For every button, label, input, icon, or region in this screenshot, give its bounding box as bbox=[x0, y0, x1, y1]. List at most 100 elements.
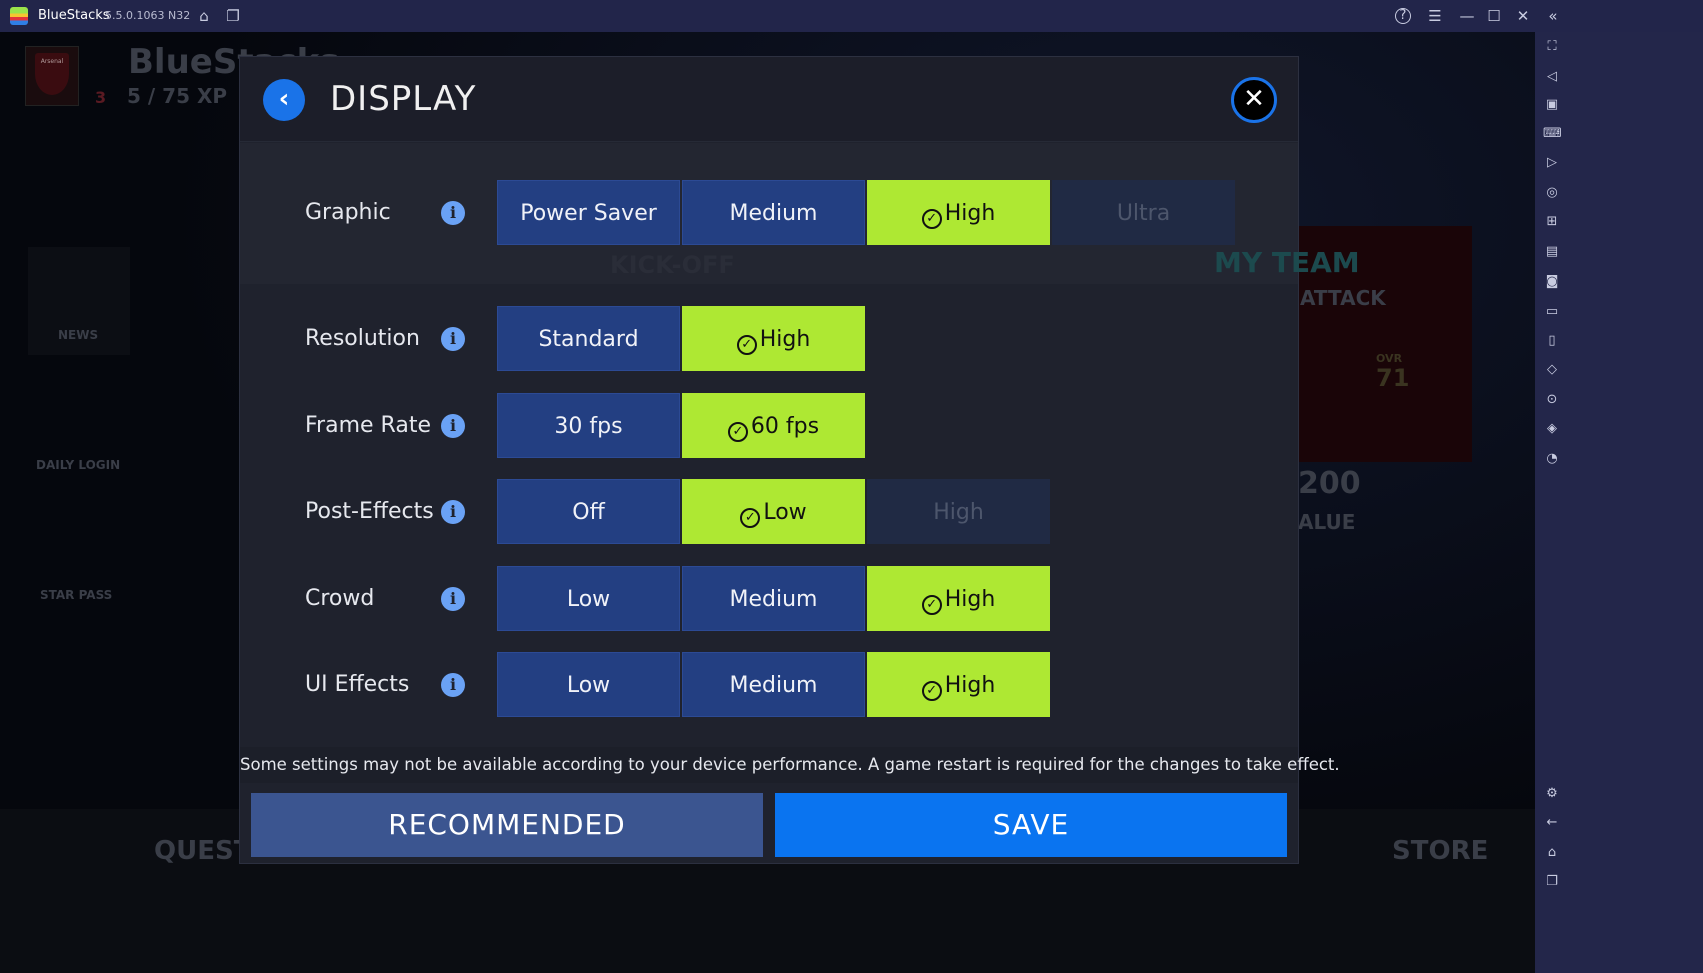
option-label: High bbox=[933, 500, 984, 525]
rotate-icon[interactable]: ▯ bbox=[1543, 332, 1561, 350]
check-circle-icon: ✓ bbox=[740, 508, 761, 528]
screenshot-icon[interactable]: ◙ bbox=[1543, 273, 1561, 291]
app-version: 5.5.0.1063 N32 bbox=[105, 9, 191, 22]
club-badge: Arsenal bbox=[25, 46, 79, 106]
info-icon[interactable]: i bbox=[441, 201, 465, 225]
close-icon[interactable]: ✕ bbox=[1513, 6, 1533, 26]
check-circle-icon: ✓ bbox=[921, 595, 942, 615]
layers-icon[interactable]: ◈ bbox=[1543, 420, 1561, 438]
close-button[interactable]: ✕ bbox=[1231, 77, 1277, 123]
option-low[interactable]: Low bbox=[497, 566, 680, 631]
setting-label: Frame Rate bbox=[305, 413, 431, 438]
option-label: Medium bbox=[729, 201, 818, 226]
option-standard[interactable]: Standard bbox=[497, 306, 680, 371]
folder-icon[interactable]: ▭ bbox=[1543, 303, 1561, 321]
option-medium[interactable]: Medium bbox=[682, 566, 865, 631]
option-label: Medium bbox=[729, 673, 818, 698]
check-circle-icon: ✓ bbox=[921, 681, 942, 701]
macro-icon[interactable]: ▷ bbox=[1543, 154, 1561, 172]
multi-instance-icon[interactable]: ❐ bbox=[223, 6, 243, 26]
option-label: Low bbox=[566, 587, 611, 612]
collapse-sidebar-icon[interactable]: « bbox=[1543, 6, 1563, 26]
info-icon[interactable]: i bbox=[441, 587, 465, 611]
dialog-header: ‹ DISPLAY ✕ bbox=[240, 57, 1298, 142]
option-60-fps[interactable]: ✓ 60 fps bbox=[682, 393, 865, 458]
store-label: STORE bbox=[1392, 836, 1489, 866]
option-high[interactable]: ✓ High bbox=[682, 306, 865, 371]
option-label: Off bbox=[572, 500, 605, 525]
save-button[interactable]: SAVE bbox=[775, 793, 1287, 857]
option-power-saver[interactable]: Power Saver bbox=[497, 180, 680, 245]
option-medium[interactable]: Medium bbox=[682, 652, 865, 717]
setting-label: Resolution bbox=[305, 326, 420, 351]
option-label: Standard bbox=[538, 327, 639, 352]
ovr-value: 71 bbox=[1376, 364, 1410, 392]
attack-label: ATTACK bbox=[1300, 286, 1386, 310]
sync-icon[interactable]: ◎ bbox=[1543, 184, 1561, 202]
info-icon[interactable]: i bbox=[441, 414, 465, 438]
check-circle-icon: ✓ bbox=[736, 335, 757, 355]
location-icon[interactable]: ⊙ bbox=[1543, 391, 1561, 409]
my-team-label: MY TEAM bbox=[1214, 246, 1360, 279]
shake-icon[interactable]: ◇ bbox=[1543, 361, 1561, 379]
back-button[interactable]: ‹ bbox=[263, 79, 305, 121]
gamepad-icon[interactable]: ⊞ bbox=[1543, 213, 1561, 231]
club-crest: Arsenal bbox=[35, 53, 69, 95]
setting-row-resolution: Resolution i Standard ✓ High bbox=[240, 306, 1298, 371]
app-name: BlueStacks bbox=[38, 8, 110, 23]
option-high[interactable]: ✓ High bbox=[867, 652, 1050, 717]
check-circle-icon: ✓ bbox=[727, 422, 748, 442]
option-high[interactable]: ✓ High bbox=[867, 566, 1050, 631]
recommended-button[interactable]: RECOMMENDED bbox=[251, 793, 763, 857]
fullscreen-icon[interactable]: ⛶ bbox=[1543, 38, 1561, 56]
apk-icon[interactable]: ▤ bbox=[1543, 243, 1561, 261]
option-label: 60 fps bbox=[750, 414, 820, 439]
close-icon: ✕ bbox=[1243, 84, 1265, 114]
chevron-left-icon: ‹ bbox=[278, 84, 290, 114]
option-ultra: Ultra bbox=[1052, 180, 1235, 245]
option-label: Medium bbox=[729, 587, 818, 612]
settings-icon[interactable]: ⚙ bbox=[1543, 785, 1561, 803]
option-30-fps[interactable]: 30 fps bbox=[497, 393, 680, 458]
check-circle-icon: ✓ bbox=[921, 209, 942, 229]
performance-icon[interactable]: ◔ bbox=[1543, 450, 1561, 468]
setting-row-crowd: Crowd i Low Medium ✓ High bbox=[240, 566, 1298, 631]
maximize-icon[interactable]: ☐ bbox=[1484, 6, 1504, 26]
xp: 5 / 75 XP bbox=[127, 84, 228, 108]
volume-icon[interactable]: ◁ bbox=[1543, 68, 1561, 86]
option-off[interactable]: Off bbox=[497, 479, 680, 544]
info-icon[interactable]: i bbox=[441, 500, 465, 524]
club-name: Arsenal bbox=[40, 58, 64, 65]
level: 3 bbox=[95, 88, 107, 107]
home-icon[interactable]: ⌂ bbox=[1543, 844, 1561, 862]
setting-row-post-effects: Post-Effects i Off ✓ Low High bbox=[240, 479, 1298, 544]
kickoff-label: KICK-OFF bbox=[610, 251, 735, 279]
info-icon[interactable]: i bbox=[441, 673, 465, 697]
keyboard-icon[interactable]: ⌨ bbox=[1543, 125, 1562, 143]
setting-label: Post-Effects bbox=[305, 499, 434, 524]
help-icon[interactable]: ? bbox=[1395, 8, 1411, 24]
option-label: 30 fps bbox=[554, 414, 623, 439]
pointer-icon[interactable]: ▣ bbox=[1543, 96, 1561, 114]
coins-value: 200 bbox=[1298, 466, 1361, 501]
display-settings-dialog: ‹ DISPLAY ✕ KICK-OFF Graphic i Power Saver… bbox=[240, 57, 1340, 863]
back-icon[interactable]: ← bbox=[1543, 814, 1561, 832]
minimize-icon[interactable]: — bbox=[1457, 6, 1477, 26]
option-label: Power Saver bbox=[520, 201, 657, 226]
option-high[interactable]: ✓ High bbox=[867, 180, 1050, 245]
value-label: ALUE bbox=[1298, 510, 1356, 534]
option-label: Ultra bbox=[1116, 201, 1171, 226]
menu-icon[interactable]: ☰ bbox=[1425, 6, 1445, 26]
performance-note: Some settings may not be available accor… bbox=[240, 747, 1340, 783]
daily-login-label: DAILY LOGIN bbox=[36, 458, 121, 472]
setting-row-graphic: Graphic i Power Saver Medium ✓ High Ultra bbox=[240, 180, 1298, 245]
option-low[interactable]: Low bbox=[497, 652, 680, 717]
home-icon[interactable]: ⌂ bbox=[194, 6, 214, 26]
setting-label: Crowd bbox=[305, 586, 375, 611]
recent-apps-icon[interactable]: ❐ bbox=[1543, 873, 1561, 891]
option-low[interactable]: ✓ Low bbox=[682, 479, 865, 544]
option-medium[interactable]: Medium bbox=[682, 180, 865, 245]
info-icon[interactable]: i bbox=[441, 327, 465, 351]
option-label: Low bbox=[763, 500, 807, 525]
setting-label: Graphic bbox=[305, 200, 391, 225]
